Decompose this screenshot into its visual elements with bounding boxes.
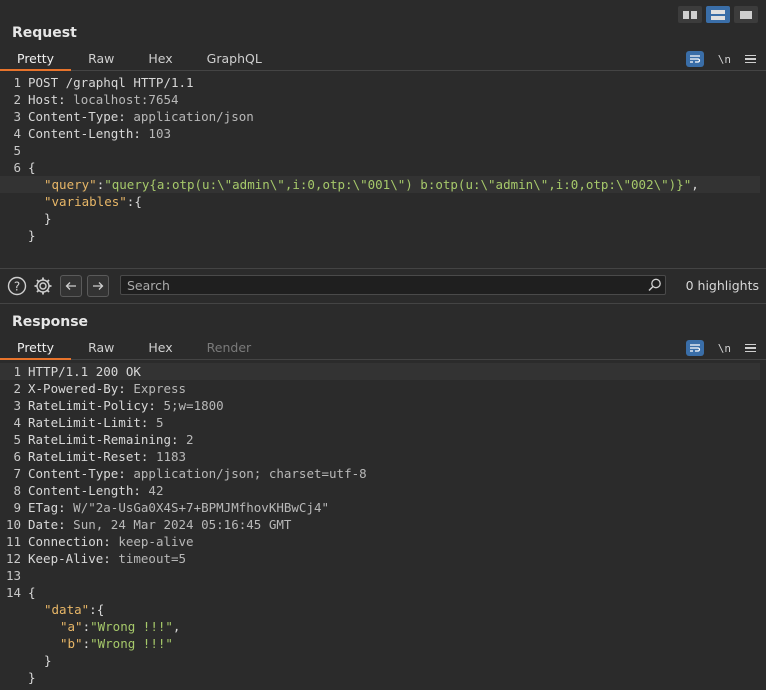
response-title: Response <box>12 314 89 330</box>
response-line: 1 HTTP/1.1 200 OK <box>0 363 760 380</box>
request-line: 3 Content-Type: application/json <box>13 109 254 124</box>
columns-icon <box>683 10 697 19</box>
request-json-query-line: "query":"query{a:otp(u:\"admin\",i:0,otp… <box>0 176 760 193</box>
response-tabs: Pretty Raw Hex Render \n <box>0 337 766 360</box>
highlights-count: 0 highlights <box>685 278 759 293</box>
response-line: 10 Date: Sun, 24 Mar 2024 05:16:45 GMT <box>5 517 292 532</box>
response-line: 4 RateLimit-Limit: 5 <box>13 415 164 430</box>
request-line: 6{ <box>13 160 36 175</box>
request-wrap-lines-button[interactable] <box>685 51 704 67</box>
search-input[interactable] <box>120 275 666 295</box>
request-view-tools: \n <box>685 51 756 67</box>
request-tab-graphql[interactable]: GraphQL <box>190 48 279 70</box>
response-line: 6 RateLimit-Reset: 1183 <box>13 449 187 464</box>
request-json-variables-line: "variables":{ <box>44 194 142 209</box>
wrap-lines-icon <box>689 55 700 63</box>
layout-toggles <box>678 6 758 23</box>
response-line: 8 Content-Length: 42 <box>13 483 164 498</box>
search-bar: ? 0 highlights <box>0 268 766 304</box>
request-tab-raw[interactable]: Raw <box>71 48 131 70</box>
settings-gear-icon[interactable] <box>33 276 53 296</box>
response-line: 14{ <box>5 585 36 600</box>
response-json-a-line: "a":"Wrong !!!", <box>60 619 181 634</box>
response-line: 5 RateLimit-Remaining: 2 <box>13 432 194 447</box>
help-icon[interactable]: ? <box>7 276 27 296</box>
arrow-left-icon <box>65 282 76 290</box>
response-line: 7 Content-Type: application/json; charset… <box>13 466 367 481</box>
response-view-tools: \n <box>685 340 756 356</box>
response-editor[interactable]: 1 HTTP/1.1 200 OK 2 X-Powered-By: Express … <box>0 363 760 686</box>
request-menu-icon[interactable] <box>745 54 756 64</box>
response-line: 13 <box>5 568 21 583</box>
wrap-lines-icon <box>689 344 700 352</box>
request-tabs: Pretty Raw Hex GraphQL \n <box>0 48 766 71</box>
split-horizontal-button[interactable] <box>678 6 702 23</box>
arrow-right-icon <box>93 282 104 290</box>
svg-text:?: ? <box>14 280 20 294</box>
search-icon <box>648 278 661 292</box>
request-json-inner-close-line: } <box>44 211 52 226</box>
response-tab-render[interactable]: Render <box>190 337 269 359</box>
response-line: 2 X-Powered-By: Express <box>13 381 187 396</box>
single-pane-button[interactable] <box>734 6 758 23</box>
response-tab-hex[interactable]: Hex <box>131 337 189 359</box>
response-json-close-line: } <box>28 670 36 685</box>
response-line: 12 Keep-Alive: timeout=5 <box>5 551 187 566</box>
response-show-newlines-button[interactable]: \n <box>718 342 731 355</box>
response-tab-raw[interactable]: Raw <box>71 337 131 359</box>
response-json-b-line: "b":"Wrong !!!" <box>60 636 173 651</box>
response-line: 9 ETag: W/"2a-UsGa0X4S+7+BPMJMfhovKHBwCj4… <box>13 500 330 515</box>
request-show-newlines-button[interactable]: \n <box>718 53 731 66</box>
request-title: Request <box>12 25 77 41</box>
request-line: 2 Host: localhost:7654 <box>13 92 179 107</box>
request-line: 4 Content-Length: 103 <box>13 126 171 141</box>
search-previous-button[interactable] <box>60 275 82 297</box>
response-json-data-line: "data":{ <box>44 602 105 617</box>
request-json-close-line: } <box>28 228 36 243</box>
request-tab-pretty[interactable]: Pretty <box>0 48 72 71</box>
response-json-inner-close-line: } <box>44 653 52 668</box>
response-menu-icon[interactable] <box>745 343 756 353</box>
response-line: 11 Connection: keep-alive <box>5 534 194 549</box>
request-editor[interactable]: 1 POST /graphql HTTP/1.1 2 Host: localhost… <box>0 74 760 244</box>
search-next-button[interactable] <box>87 275 109 297</box>
response-line: 3 RateLimit-Policy: 5;w=1800 <box>13 398 224 413</box>
rows-icon <box>711 9 725 20</box>
request-line: 1 POST /graphql HTTP/1.1 <box>13 75 194 90</box>
request-line: 5 <box>13 143 21 158</box>
single-pane-icon <box>740 10 752 19</box>
request-tab-hex[interactable]: Hex <box>131 48 189 70</box>
response-wrap-lines-button[interactable] <box>685 340 704 356</box>
split-vertical-button[interactable] <box>706 6 730 23</box>
response-tab-pretty[interactable]: Pretty <box>0 337 72 360</box>
